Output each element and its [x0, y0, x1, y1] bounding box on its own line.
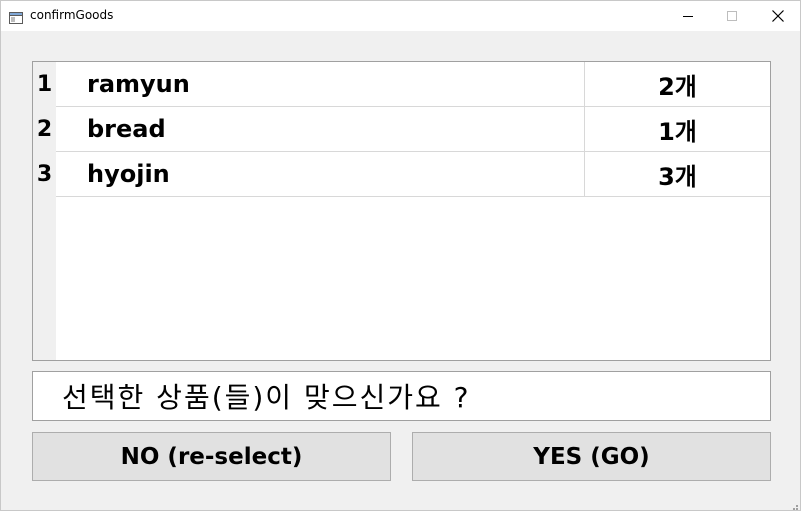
- goods-quantity-cell[interactable]: 1개: [584, 107, 770, 152]
- goods-name-cell[interactable]: ramyun: [56, 62, 584, 107]
- row-number[interactable]: 3: [33, 152, 56, 197]
- no-reselect-button[interactable]: NO (re-select): [32, 432, 391, 481]
- window-app-icon: [9, 9, 23, 24]
- maximize-icon: [727, 11, 737, 21]
- goods-name-cell[interactable]: bread: [56, 107, 584, 152]
- close-button[interactable]: [755, 1, 801, 31]
- goods-table[interactable]: 1 ramyun 2개 2 bread 1개 3 hyojin 3개: [32, 61, 771, 361]
- window-title: confirmGoods: [30, 8, 114, 22]
- title-bar[interactable]: confirmGoods: [1, 1, 800, 31]
- row-number[interactable]: 1: [33, 62, 56, 107]
- maximize-button[interactable]: [709, 1, 755, 31]
- row-number[interactable]: 2: [33, 107, 56, 152]
- minimize-icon: [683, 11, 693, 21]
- minimize-button[interactable]: [665, 1, 711, 31]
- confirm-goods-window: confirmGoods 1 ramyun 2개 2 bread 1개 3 hy…: [0, 0, 801, 511]
- yes-go-button[interactable]: YES (GO): [412, 432, 771, 481]
- goods-quantity-cell[interactable]: 2개: [584, 62, 770, 107]
- close-icon: [772, 10, 784, 22]
- confirm-question-label: 선택한 상품(들)이 맞으신가요 ?: [32, 371, 771, 421]
- table-row[interactable]: 1 ramyun 2개: [33, 62, 770, 107]
- table-row[interactable]: 3 hyojin 3개: [33, 152, 770, 197]
- table-row[interactable]: 2 bread 1개: [33, 107, 770, 152]
- resize-grip-icon[interactable]: [788, 498, 798, 510]
- goods-name-cell[interactable]: hyojin: [56, 152, 584, 197]
- goods-quantity-cell[interactable]: 3개: [584, 152, 770, 197]
